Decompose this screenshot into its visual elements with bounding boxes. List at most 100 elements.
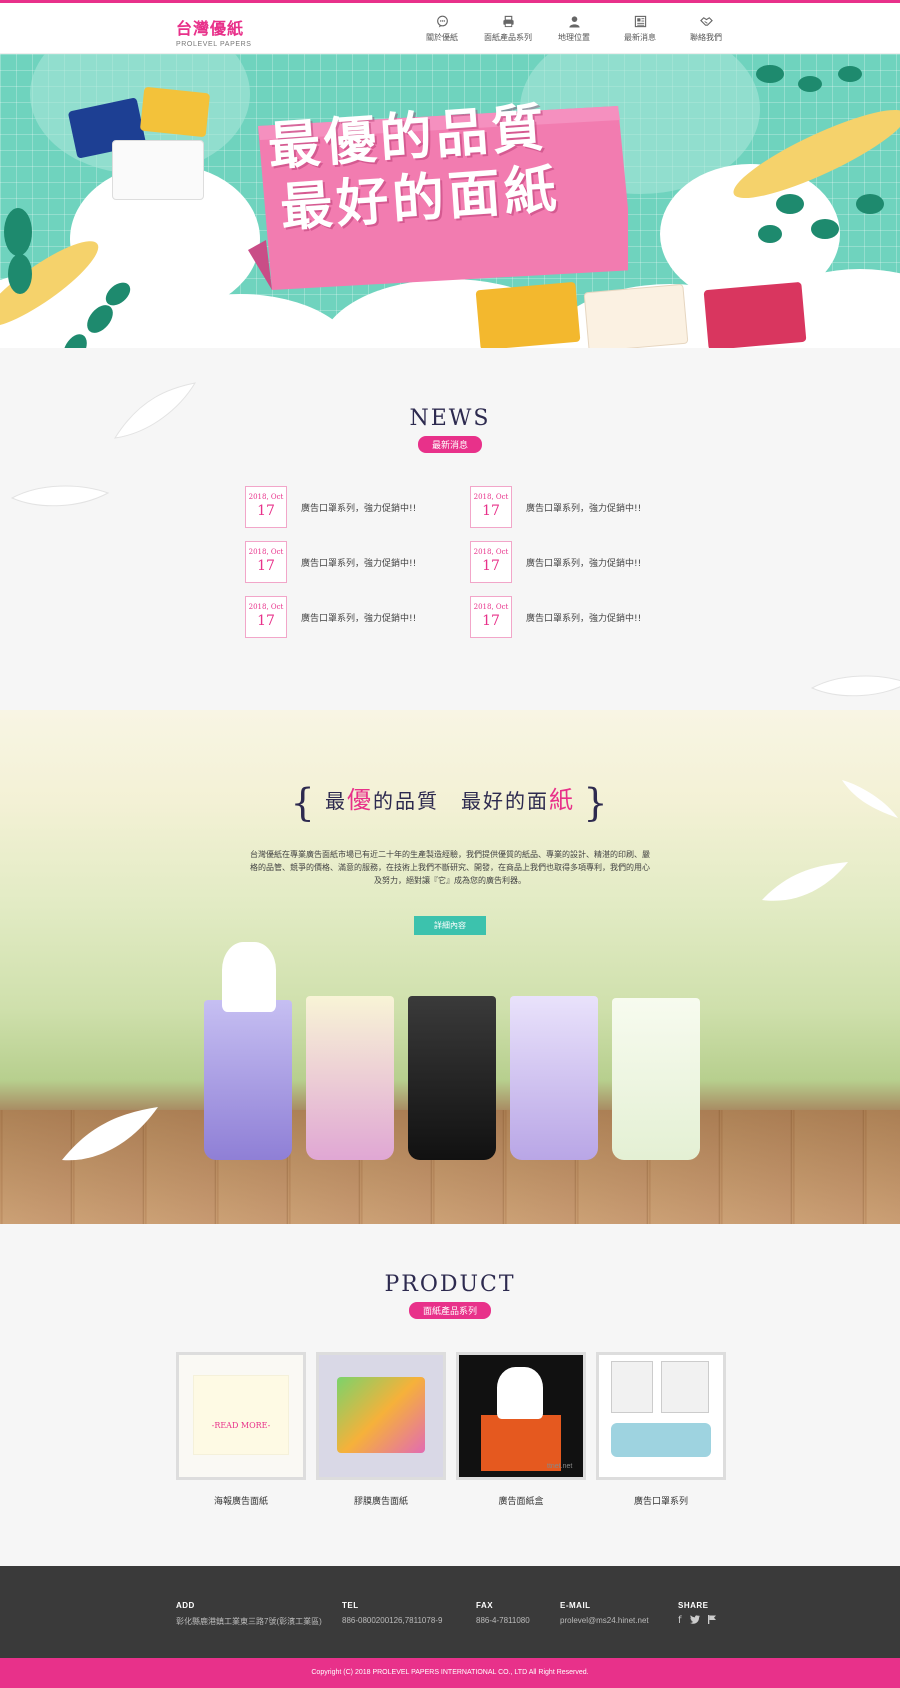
date-badge: 2018, Oct 17 xyxy=(470,486,512,528)
about-title-part: 最 xyxy=(325,789,347,813)
date-month: 2018, Oct xyxy=(473,493,509,501)
date-badge: 2018, Oct 17 xyxy=(470,596,512,638)
product-thumbnail: -READ MORE- xyxy=(176,1352,306,1480)
nav-contact-label: 聯絡我們 xyxy=(690,33,722,42)
news-item[interactable]: 2018, Oct 17 廣告口罩系列，強力促銷中!! xyxy=(470,596,665,638)
watermark-text: ttnet.net xyxy=(547,1463,573,1470)
feather-decoration xyxy=(62,1107,158,1161)
nav-about[interactable]: 關於優紙 xyxy=(418,15,466,43)
date-day: 17 xyxy=(257,503,275,519)
news-headline: 廣告口罩系列，強力促銷中!! xyxy=(526,558,642,569)
footer-fax: FAX 886-4-7811080 xyxy=(476,1601,530,1625)
footer-value: 彰化縣鹿港鎮工業東三路7號(彰濱工業區) xyxy=(176,1617,322,1626)
product-name: 廣告面紙盒 xyxy=(498,1497,544,1507)
mask-package-image xyxy=(611,1361,653,1413)
printer-icon xyxy=(502,15,514,28)
news-item[interactable]: 2018, Oct 17 廣告口罩系列，強力促銷中!! xyxy=(245,596,470,638)
copyright-bar: Copyright (C) 2018 PROLEVEL PAPERS INTER… xyxy=(0,1658,900,1688)
speech-bubble-icon xyxy=(436,15,448,28)
nav-news[interactable]: 最新消息 xyxy=(616,15,664,43)
brace-left: { xyxy=(290,780,317,825)
footer-tel: TEL 886-0800200126,7811078-9 xyxy=(342,1601,442,1625)
date-day: 17 xyxy=(482,503,500,519)
nav-about-label: 關於優紙 xyxy=(426,33,458,42)
paper-cup-image xyxy=(408,996,496,1160)
product-thumbnail xyxy=(596,1352,726,1480)
paper-cup-image xyxy=(510,996,598,1160)
date-month: 2018, Oct xyxy=(248,493,284,501)
mask-package-image xyxy=(661,1361,709,1413)
nav-contact[interactable]: 聯絡我們 xyxy=(682,15,730,43)
flag-icon[interactable] xyxy=(707,1615,716,1627)
tissue-pop-image xyxy=(497,1367,543,1419)
date-month: 2018, Oct xyxy=(473,603,509,611)
product-grid: -READ MORE- 海報廣告面紙 膠膜廣告面紙 ttnet.net 廣告面紙… xyxy=(176,1352,726,1507)
logo-chinese: 台灣優紙 xyxy=(176,19,245,38)
product-card[interactable]: 膠膜廣告面紙 xyxy=(316,1352,446,1507)
date-day: 17 xyxy=(257,558,275,574)
date-month: 2018, Oct xyxy=(248,548,284,556)
footer-label: E-MAIL xyxy=(560,1601,591,1610)
logo-english: PROLEVEL PAPERS xyxy=(176,41,252,48)
tissue-box-image xyxy=(583,283,689,348)
date-month: 2018, Oct xyxy=(473,548,509,556)
tissue-box-image xyxy=(703,281,807,348)
product-section: PRODUCT 面紙產品系列 -READ MORE- 海報廣告面紙 膠膜廣告面紙… xyxy=(0,1224,900,1566)
about-title-part: 的品質 最好的面 xyxy=(373,789,549,813)
date-day: 17 xyxy=(482,558,500,574)
news-list: 2018, Oct 17 廣告口罩系列，強力促銷中!! 2018, Oct 17… xyxy=(245,486,665,638)
nav-location[interactable]: 地理位置 xyxy=(550,15,598,43)
product-thumbnail: ttnet.net xyxy=(456,1352,586,1480)
news-headline: 廣告口罩系列，強力促銷中!! xyxy=(301,613,417,624)
about-title-highlight: 紙 xyxy=(549,786,575,814)
nav-news-label: 最新消息 xyxy=(624,33,656,42)
date-badge: 2018, Oct 17 xyxy=(245,541,287,583)
tissue-box-image xyxy=(112,140,204,200)
footer-label: SHARE xyxy=(678,1601,709,1610)
footer-value: 886-0800200126,7811078-9 xyxy=(342,1616,443,1625)
paper-cup-image xyxy=(612,998,700,1160)
news-headline: 廣告口罩系列，強力促銷中!! xyxy=(526,613,642,624)
footer-email: E-MAIL prolevel@ms24.hinet.net xyxy=(560,1601,649,1625)
site-footer: ADD 彰化縣鹿港鎮工業東三路7號(彰濱工業區) TEL 886-0800200… xyxy=(0,1566,900,1658)
feather-decoration xyxy=(10,485,110,507)
read-more-label[interactable]: -READ MORE- xyxy=(179,1421,303,1430)
person-icon xyxy=(568,16,580,28)
footer-address: ADD 彰化縣鹿港鎮工業東三路7號(彰濱工業區) xyxy=(176,1601,322,1627)
news-item[interactable]: 2018, Oct 17 廣告口罩系列，強力促銷中!! xyxy=(245,541,470,583)
twitter-icon[interactable] xyxy=(689,1615,700,1627)
film-tissue-image xyxy=(337,1377,425,1453)
handshake-icon xyxy=(699,17,713,26)
site-logo[interactable]: 台灣優紙 PROLEVEL PAPERS xyxy=(176,15,252,48)
product-card[interactable]: 廣告口罩系列 xyxy=(596,1352,726,1507)
nav-products-label: 面紙產品系列 xyxy=(484,33,532,42)
tissue-box-image xyxy=(139,86,211,138)
about-title: { 最優的品質 最好的面紙 } xyxy=(0,780,900,825)
feather-decoration xyxy=(762,862,848,901)
site-header: 台灣優紙 PROLEVEL PAPERS 關於優紙 面紙產品系列 地理位置 最新… xyxy=(0,3,900,54)
footer-label: ADD xyxy=(176,1601,195,1610)
news-subtitle-pill: 最新消息 xyxy=(417,436,483,453)
date-day: 17 xyxy=(482,613,500,629)
news-item[interactable]: 2018, Oct 17 廣告口罩系列，強力促銷中!! xyxy=(470,541,665,583)
detail-button[interactable]: 詳細內容 xyxy=(414,916,486,935)
product-name: 廣告口罩系列 xyxy=(633,1497,688,1507)
date-badge: 2018, Oct 17 xyxy=(245,486,287,528)
date-month: 2018, Oct xyxy=(248,603,284,611)
product-card[interactable]: ttnet.net 廣告面紙盒 xyxy=(456,1352,586,1507)
footer-email-link[interactable]: prolevel@ms24.hinet.net xyxy=(560,1616,649,1625)
hover-overlay xyxy=(179,1355,303,1477)
news-title: NEWS xyxy=(409,406,491,431)
newspaper-icon xyxy=(634,15,646,28)
news-item[interactable]: 2018, Oct 17 廣告口罩系列，強力促銷中!! xyxy=(245,486,470,528)
product-title: PRODUCT xyxy=(384,1272,516,1297)
product-subtitle-pill: 面紙產品系列 xyxy=(408,1302,492,1319)
nav-products[interactable]: 面紙產品系列 xyxy=(484,15,532,43)
about-section: { 最優的品質 最好的面紙 } 台灣優紙在專業廣告面紙市場已有近二十年的生產製造… xyxy=(0,710,900,1224)
tissue-pop-image xyxy=(222,942,276,1012)
product-card[interactable]: -READ MORE- 海報廣告面紙 xyxy=(176,1352,306,1507)
news-item[interactable]: 2018, Oct 17 廣告口罩系列，強力促銷中!! xyxy=(470,486,665,528)
brace-right: } xyxy=(583,780,610,825)
facebook-icon[interactable]: f xyxy=(678,1615,682,1627)
date-badge: 2018, Oct 17 xyxy=(245,596,287,638)
